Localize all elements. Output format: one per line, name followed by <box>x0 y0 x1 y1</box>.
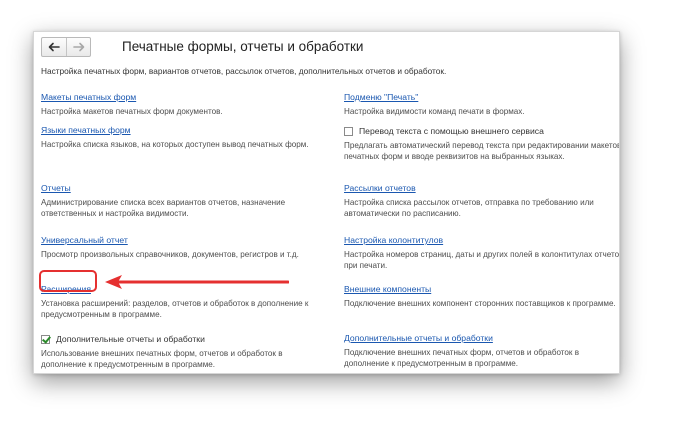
back-button[interactable] <box>42 38 66 56</box>
universal-report-desc: Просмотр произвольных справочников, доку… <box>41 250 299 259</box>
reports-link[interactable]: Отчеты <box>41 183 321 194</box>
arrow-left-icon <box>48 42 60 52</box>
settings-window: Печатные формы, отчеты и обработки Настр… <box>33 31 620 374</box>
additional-reports-desc: Подключение внешних печатных форм, отчет… <box>344 348 580 369</box>
section-report-mailings: Рассылки отчетов Настройка списка рассыл… <box>344 183 619 220</box>
additional-reports-checkbox[interactable] <box>41 334 50 344</box>
forward-button[interactable] <box>66 38 90 56</box>
external-components-link[interactable]: Внешние компоненты <box>344 284 619 295</box>
translation-checkbox[interactable] <box>344 126 353 136</box>
section-external-components: Внешние компоненты Подключение внешних к… <box>344 284 619 309</box>
section-translation-checkbox: Перевод текста с помощью внешнего сервис… <box>344 125 620 163</box>
section-additional-reports-checkbox: Дополнительные отчеты и обработки Исполь… <box>41 333 321 371</box>
report-mailings-desc: Настройка списка рассылок отчетов, отпра… <box>344 198 594 219</box>
section-print-layouts: Макеты печатных форм Настройка макетов п… <box>41 92 321 117</box>
section-additional-reports: Дополнительные отчеты и обработки Подклю… <box>344 333 619 370</box>
headers-footers-link[interactable]: Настройка колонтитулов <box>344 235 619 246</box>
additional-reports-checkbox-desc: Использование внешних печатных форм, отч… <box>41 349 283 370</box>
print-languages-link[interactable]: Языки печатных форм <box>41 125 321 136</box>
translation-checkbox-desc: Предлагать автоматический перевод текста… <box>344 141 620 162</box>
print-languages-desc: Настройка списка языков, на которых дост… <box>41 140 309 149</box>
pointer-arrow-icon <box>105 275 289 289</box>
headers-footers-desc: Настройка номеров страниц, даты и других… <box>344 250 620 271</box>
print-layouts-desc: Настройка макетов печатных форм документ… <box>41 107 223 116</box>
print-submenu-desc: Настройка видимости команд печати в форм… <box>344 107 525 116</box>
print-submenu-link[interactable]: Подменю "Печать" <box>344 92 619 103</box>
additional-reports-checkbox-label[interactable]: Дополнительные отчеты и обработки <box>56 334 205 344</box>
report-mailings-link[interactable]: Рассылки отчетов <box>344 183 619 194</box>
page-subtitle: Настройка печатных форм, вариантов отчет… <box>41 66 447 76</box>
navigation-buttons <box>41 37 91 57</box>
extensions-highlight-box <box>39 270 97 292</box>
print-layouts-link[interactable]: Макеты печатных форм <box>41 92 321 103</box>
external-components-desc: Подключение внешних компонент сторонних … <box>344 299 616 308</box>
extensions-desc: Установка расширений: разделов, отчетов … <box>41 299 309 320</box>
section-reports: Отчеты Администрирование списка всех вар… <box>41 183 321 220</box>
additional-reports-link[interactable]: Дополнительные отчеты и обработки <box>344 333 619 344</box>
section-print-languages: Языки печатных форм Настройка списка язы… <box>41 125 321 150</box>
section-print-submenu: Подменю "Печать" Настройка видимости ком… <box>344 92 619 117</box>
translation-checkbox-label[interactable]: Перевод текста с помощью внешнего сервис… <box>359 126 544 136</box>
arrow-right-icon <box>72 42 84 52</box>
reports-desc: Администрирование списка всех вариантов … <box>41 198 286 219</box>
section-headers-footers: Настройка колонтитулов Настройка номеров… <box>344 235 620 272</box>
universal-report-link[interactable]: Универсальный отчет <box>41 235 321 246</box>
section-universal-report: Универсальный отчет Просмотр произвольны… <box>41 235 321 260</box>
page-title: Печатные формы, отчеты и обработки <box>122 39 364 54</box>
